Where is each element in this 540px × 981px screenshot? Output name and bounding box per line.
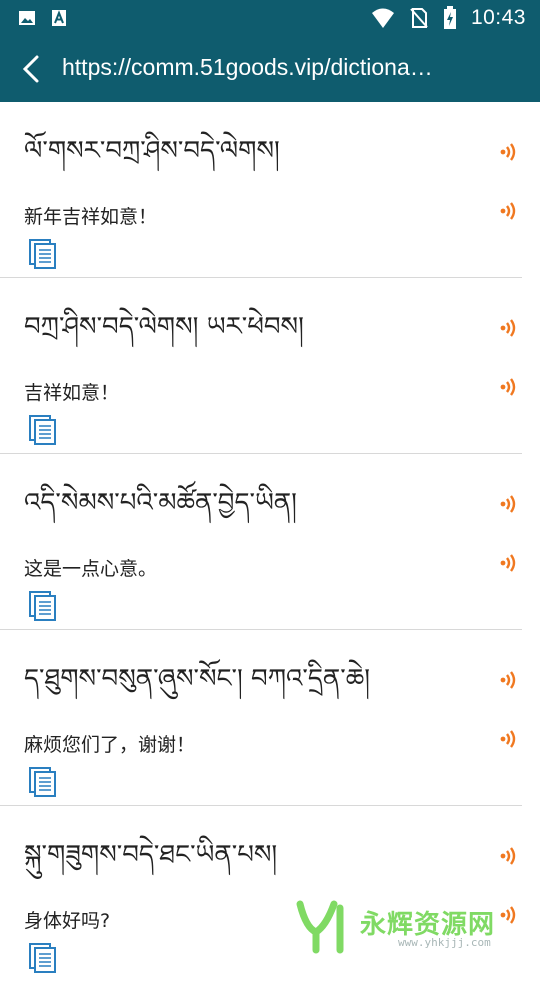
chinese-text: 新年吉祥如意！ [24,206,158,228]
speaker-icon[interactable] [498,140,522,164]
speaker-icon[interactable] [498,316,522,340]
watermark: 永辉资源网 www.yhkjjj.com [294,898,516,954]
tibetan-text: བཀྲ་ཤིས་བདེ་ལེགས། ཡར་ཕེབས། [24,312,304,342]
speaker-icon[interactable] [498,199,522,223]
chinese-text: 麻烦您们了，谢谢！ [24,734,196,756]
wifi-icon [371,8,394,28]
speaker-icon[interactable] [498,668,522,692]
speaker-icon[interactable] [498,551,522,575]
speaker-icon[interactable] [498,492,522,516]
tibetan-text: ད་ཐུགས་བསུན་ཞུས་སོང་། བཀའ་དྲིན་ཆེ། [24,664,370,694]
speaker-icon[interactable] [498,375,522,399]
phrase-entry: འདི་སེམས་པའི་མཚོན་བྱེད་ཡིན། 这是一点心意。 [0,454,522,630]
page-url: https://comm.51goods.vip/dictiona… [62,54,433,80]
text-a-icon [52,10,66,26]
watermark-logo-icon [296,900,344,954]
speaker-icon[interactable] [498,727,522,751]
chinese-text: 这是一点心意。 [24,558,158,580]
phrase-entry: ལོ་གསར་བཀྲ་ཤིས་བདེ་ལེགས། 新年吉祥如意！ [0,102,522,278]
tibetan-text: འདི་སེམས་པའི་མཚོན་བྱེད་ཡིན། [24,488,297,518]
phrase-entry: སྐུ་གཟུགས་བདེ་ཐང་ཡིན་པས། 身体好吗? [0,806,522,981]
status-time: 10:43 [470,6,526,29]
chevron-left-icon[interactable] [14,52,48,86]
document-icon[interactable] [28,942,58,974]
speaker-icon[interactable] [498,844,522,868]
chinese-text: 身体好吗? [24,910,111,932]
document-icon[interactable] [28,766,58,798]
app-bar: https://comm.51goods.vip/dictiona… [0,36,540,102]
status-bar: 10:43 [0,0,540,36]
phrase-entry: ད་ཐུགས་བསུན་ཞུས་སོང་། བཀའ་དྲིན་ཆེ། 麻烦您们了… [0,630,522,806]
document-icon[interactable] [28,414,58,446]
phrase-list: ལོ་གསར་བཀྲ་ཤིས་བདེ་ལེགས། 新年吉祥如意！ བཀྲ་ཤིས… [0,102,540,981]
document-icon[interactable] [28,590,58,622]
battery-charging-icon [443,6,456,29]
tibetan-text: སྐུ་གཟུགས་བདེ་ཐང་ཡིན་པས། [24,840,278,870]
tibetan-text: ལོ་གསར་བཀྲ་ཤིས་བདེ་ལེགས། [24,136,280,166]
watermark-url: www.yhkjjj.com [398,936,491,949]
no-sim-icon [410,8,428,28]
phrase-entry: བཀྲ་ཤིས་བདེ་ལེགས། ཡར་ཕེབས། 吉祥如意！ [0,278,522,454]
chinese-text: 吉祥如意！ [24,382,120,404]
image-icon [19,11,35,25]
document-icon[interactable] [28,238,58,270]
